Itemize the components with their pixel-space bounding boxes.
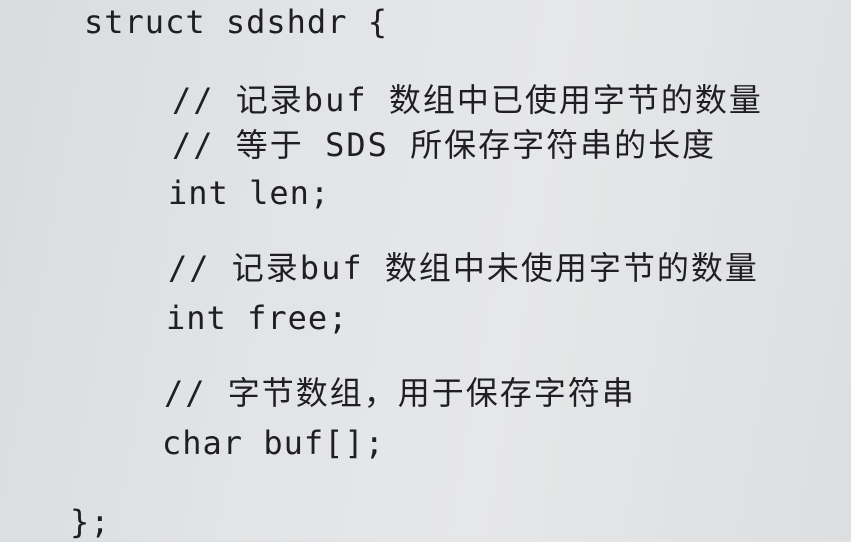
comment-len-line-2: // 等于 SDS 所保存字符串的长度 <box>172 126 717 164</box>
struct-declaration-line: struct sdshdr { <box>84 3 388 41</box>
comment-len-line-1: // 记录buf 数组中已使用字节的数量 <box>172 81 763 119</box>
field-buf-line: char buf[]; <box>162 424 385 462</box>
struct-close-line: }; <box>70 503 111 541</box>
field-len-line: int len; <box>168 174 331 212</box>
code-page: struct sdshdr { // 记录buf 数组中已使用字节的数量 // … <box>0 0 851 541</box>
comment-free-line: // 记录buf 数组中未使用字节的数量 <box>168 249 759 287</box>
comment-buf-line: // 字节数组，用于保存字符串 <box>164 374 636 412</box>
field-free-line: int free; <box>166 299 349 337</box>
